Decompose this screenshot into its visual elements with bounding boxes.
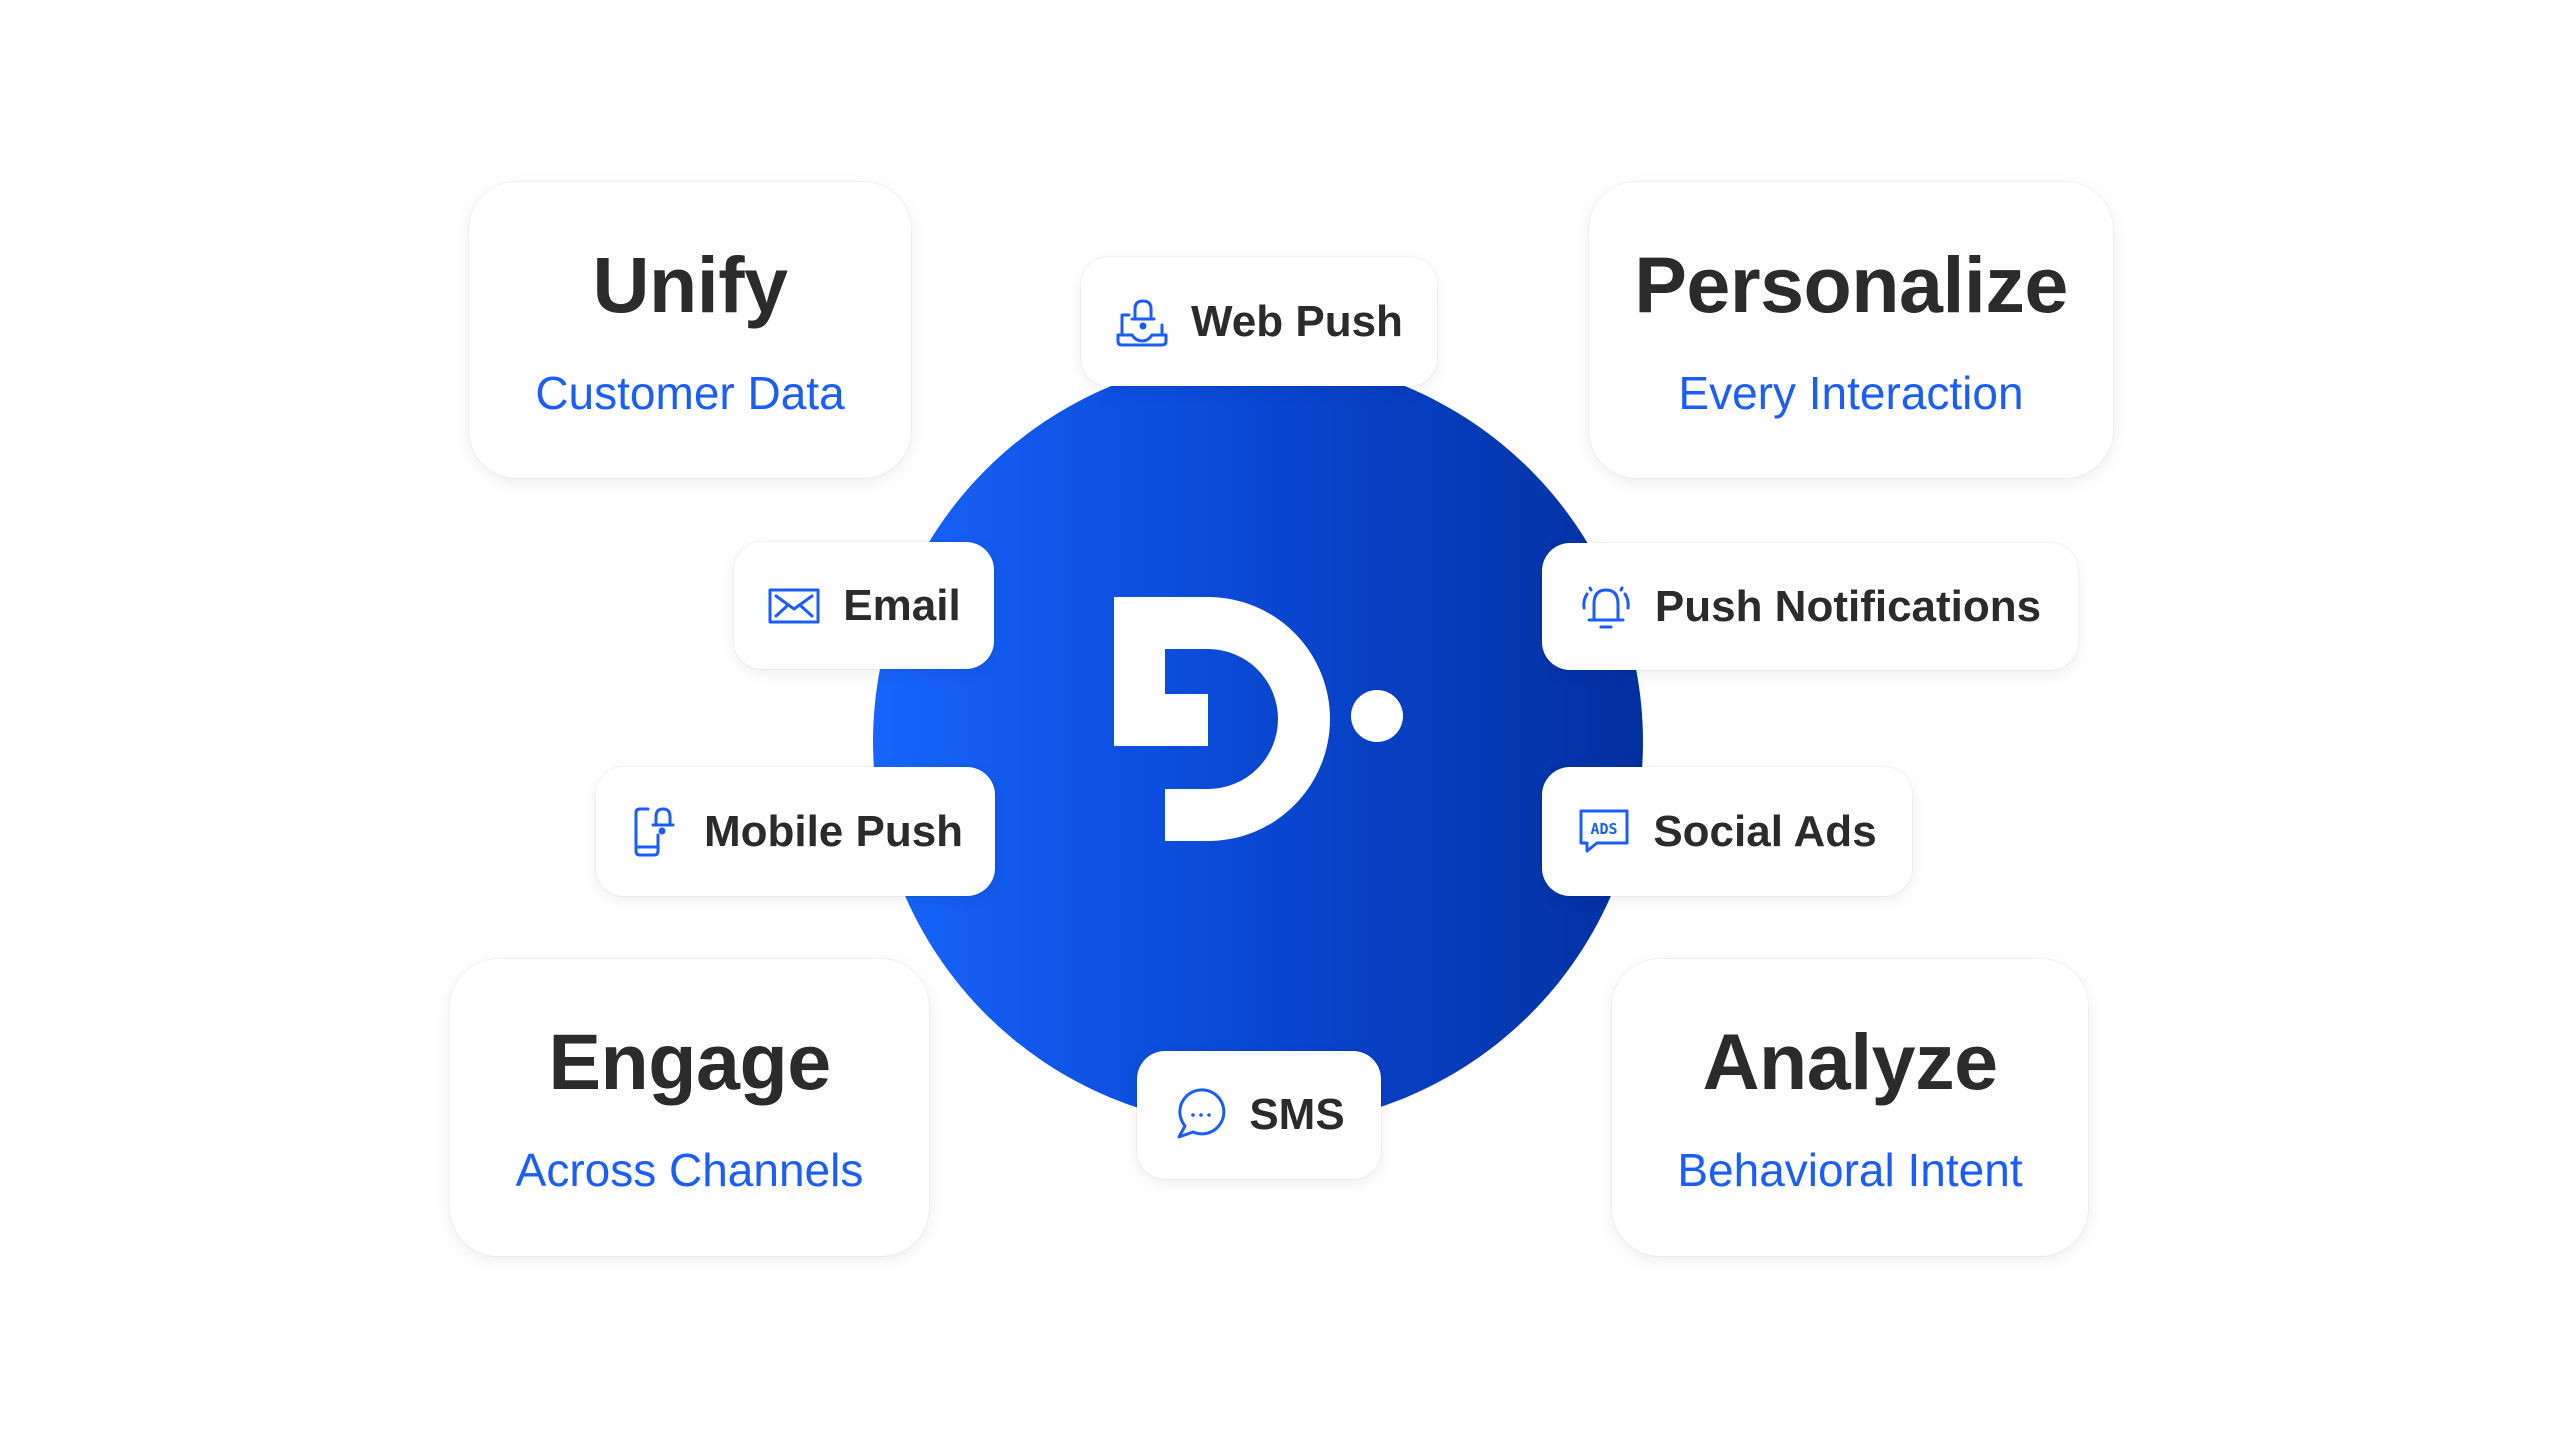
pillar-card-analyze: Analyze Behavioral Intent bbox=[1612, 959, 2088, 1256]
channel-social-ads: ADS Social Ads bbox=[1542, 767, 1912, 896]
logo-d-shape bbox=[1114, 597, 1330, 841]
envelope-icon bbox=[767, 579, 821, 633]
channel-push-notifications: Push Notifications bbox=[1542, 543, 2078, 670]
channel-label: Mobile Push bbox=[703, 806, 964, 856]
pillar-card-unify: Unify Customer Data bbox=[469, 182, 911, 478]
pillar-subtitle: Every Interaction bbox=[1678, 366, 2024, 419]
pillar-subtitle: Behavioral Intent bbox=[1677, 1144, 2023, 1196]
pillar-title: Unify bbox=[592, 239, 789, 329]
channel-web-push: Web Push bbox=[1081, 257, 1437, 386]
phone-bell-icon bbox=[628, 805, 682, 859]
chat-bubble-dots-icon bbox=[1173, 1088, 1227, 1142]
pillar-card-engage: Engage Across Channels bbox=[450, 959, 929, 1256]
channel-label: Push Notifications bbox=[1654, 581, 2042, 631]
logo-dot bbox=[1351, 690, 1403, 742]
pillar-title: Engage bbox=[548, 1017, 831, 1106]
channel-email: Email bbox=[734, 542, 994, 669]
pillar-subtitle: Customer Data bbox=[535, 366, 845, 419]
channel-mobile-push: Mobile Push bbox=[596, 767, 995, 896]
channel-label: SMS bbox=[1249, 1090, 1345, 1139]
ads-icon-text: ADS bbox=[1591, 820, 1618, 838]
ads-chat-icon: ADS bbox=[1577, 805, 1631, 859]
laptop-bell-icon bbox=[1115, 295, 1169, 349]
channel-label: Social Ads bbox=[1653, 806, 1877, 856]
ringing-bell-icon bbox=[1579, 580, 1633, 634]
brand-d-logo-icon bbox=[1114, 597, 1403, 841]
pillar-title: Analyze bbox=[1702, 1017, 1998, 1106]
channel-hub-diagram: Unify Customer Data Personalize Every In… bbox=[0, 0, 2560, 1440]
pillar-title: Personalize bbox=[1634, 239, 2068, 329]
pillar-card-personalize: Personalize Every Interaction bbox=[1589, 182, 2113, 478]
channel-label: Web Push bbox=[1191, 296, 1403, 346]
channel-sms: SMS bbox=[1137, 1051, 1381, 1179]
pillar-subtitle: Across Channels bbox=[515, 1144, 864, 1196]
channel-label: Email bbox=[843, 580, 961, 630]
